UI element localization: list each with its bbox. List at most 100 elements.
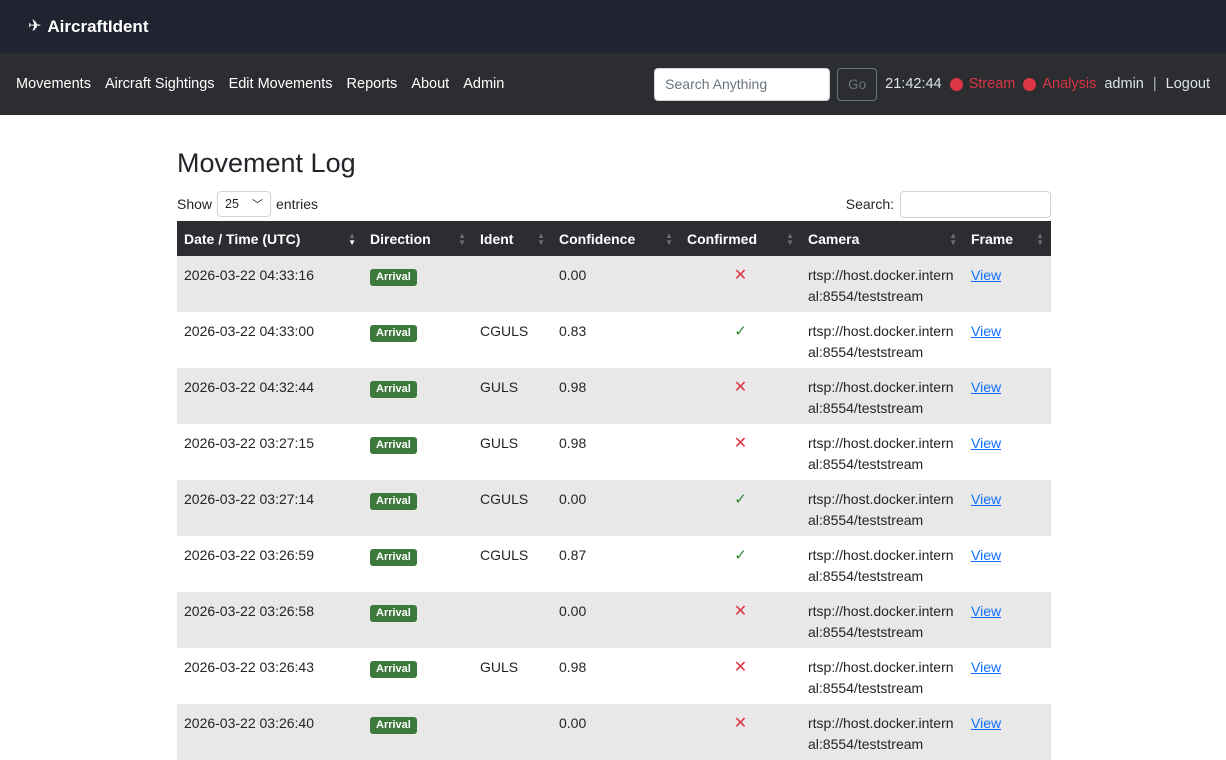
username: admin — [1104, 76, 1144, 92]
datetime-cell: 2026-03-22 03:26:59 — [177, 536, 363, 592]
view-frame-link[interactable]: View — [971, 715, 1001, 731]
nav-item-reports[interactable]: Reports — [347, 76, 398, 92]
entries-length-control: Show 25 ﹀ entries — [177, 191, 318, 217]
analysis-status-label: Analysis — [1042, 76, 1097, 92]
view-frame-link[interactable]: View — [971, 547, 1001, 563]
confidence-cell: 0.98 — [552, 648, 680, 704]
nav-item-edit-movements[interactable]: Edit Movements — [229, 76, 333, 92]
confirmed-check-icon: ✓ — [734, 547, 747, 564]
not-confirmed-icon: ✕ — [733, 379, 748, 396]
column-header-datetime[interactable]: Date / Time (UTC) ▲ ▼ — [177, 221, 363, 256]
column-header-direction[interactable]: Direction ▲ ▼ — [363, 221, 473, 256]
direction-badge: Arrival — [370, 549, 417, 566]
datetime-cell: 2026-03-22 04:32:44 — [177, 368, 363, 424]
confidence-cell: 0.98 — [552, 368, 680, 424]
camera-cell: rtsp://host.docker.internal:8554/teststr… — [801, 704, 964, 760]
table-row: 2026-03-22 03:26:59 Arrival CGULS 0.87 ✓… — [177, 536, 1051, 592]
camera-cell: rtsp://host.docker.internal:8554/teststr… — [801, 648, 964, 704]
confidence-cell: 0.00 — [552, 256, 680, 312]
table-header-row: Date / Time (UTC) ▲ ▼ Direction ▲ ▼ Ident ▲ ▼ … — [177, 221, 1051, 256]
datetime-cell: 2026-03-22 03:27:15 — [177, 424, 363, 480]
sort-icon: ▲ ▼ — [537, 230, 545, 247]
brand[interactable]: ✈ AircraftIdent — [28, 17, 148, 37]
top-bar: ✈ AircraftIdent — [0, 0, 1226, 53]
movement-log-table: Date / Time (UTC) ▲ ▼ Direction ▲ ▼ Ident ▲ ▼ … — [177, 221, 1051, 760]
stream-status-dot-icon — [949, 77, 963, 91]
column-header-camera[interactable]: Camera ▲ ▼ — [801, 221, 964, 256]
confidence-cell: 0.00 — [552, 480, 680, 536]
table-row: 2026-03-22 04:33:00 Arrival CGULS 0.83 ✓… — [177, 312, 1051, 368]
view-frame-link[interactable]: View — [971, 659, 1001, 675]
global-search-input[interactable] — [654, 67, 831, 101]
column-header-ident[interactable]: Ident ▲ ▼ — [473, 221, 552, 256]
view-frame-link[interactable]: View — [971, 491, 1001, 507]
main-navbar: Movements Aircraft Sightings Edit Moveme… — [0, 53, 1226, 115]
sort-icon: ▲ ▼ — [665, 230, 673, 247]
table-row: 2026-03-22 03:27:15 Arrival GULS 0.98 ✕ … — [177, 424, 1051, 480]
direction-badge: Arrival — [370, 605, 417, 622]
analysis-status-dot-icon — [1023, 77, 1037, 91]
nav-separator: | — [1152, 76, 1157, 92]
column-header-confidence[interactable]: Confidence ▲ ▼ — [552, 221, 680, 256]
main-content: Movement Log Show 25 ﹀ entries Search: D… — [177, 115, 1051, 760]
camera-cell: rtsp://host.docker.internal:8554/teststr… — [801, 424, 964, 480]
camera-cell: rtsp://host.docker.internal:8554/teststr… — [801, 480, 964, 536]
nav-links: Movements Aircraft Sightings Edit Moveme… — [16, 76, 504, 92]
view-frame-link[interactable]: View — [971, 379, 1001, 395]
direction-badge: Arrival — [370, 381, 417, 398]
datetime-cell: 2026-03-22 04:33:16 — [177, 256, 363, 312]
go-button[interactable]: Go — [837, 67, 878, 101]
confidence-cell: 0.98 — [552, 424, 680, 480]
camera-cell: rtsp://host.docker.internal:8554/teststr… — [801, 256, 964, 312]
logout-link[interactable]: Logout — [1166, 76, 1210, 92]
show-label: Show — [177, 196, 213, 212]
sort-icon: ▲ ▼ — [786, 230, 794, 247]
column-header-frame[interactable]: Frame ▲ ▼ — [964, 221, 1051, 256]
datetime-cell: 2026-03-22 03:26:40 — [177, 704, 363, 760]
stream-status-label: Stream — [968, 76, 1016, 92]
view-frame-link[interactable]: View — [971, 267, 1001, 283]
table-row: 2026-03-22 04:32:44 Arrival GULS 0.98 ✕ … — [177, 368, 1051, 424]
table-row: 2026-03-22 04:33:16 Arrival 0.00 ✕ rtsp:… — [177, 256, 1051, 312]
confidence-cell: 0.83 — [552, 312, 680, 368]
direction-badge: Arrival — [370, 717, 417, 734]
view-frame-link[interactable]: View — [971, 603, 1001, 619]
not-confirmed-icon: ✕ — [733, 435, 748, 452]
nav-item-aircraft-sightings[interactable]: Aircraft Sightings — [105, 76, 215, 92]
table-row: 2026-03-22 03:26:43 Arrival GULS 0.98 ✕ … — [177, 648, 1051, 704]
view-frame-link[interactable]: View — [971, 435, 1001, 451]
page-title: Movement Log — [177, 148, 356, 178]
datetime-cell: 2026-03-22 03:26:58 — [177, 592, 363, 648]
table-search-control: Search: — [845, 190, 1051, 218]
airplane-icon: ✈ — [28, 17, 42, 35]
entries-select[interactable]: 25 ﹀ — [217, 191, 272, 217]
confidence-cell: 0.00 — [552, 704, 680, 760]
datetime-cell: 2026-03-22 03:27:14 — [177, 480, 363, 536]
table-search-label: Search: — [845, 196, 894, 212]
ident-cell: GULS — [473, 424, 552, 480]
table-row: 2026-03-22 03:26:58 Arrival 0.00 ✕ rtsp:… — [177, 592, 1051, 648]
not-confirmed-icon: ✕ — [733, 603, 748, 620]
ident-cell — [473, 592, 552, 648]
not-confirmed-icon: ✕ — [733, 659, 748, 676]
not-confirmed-icon: ✕ — [733, 715, 748, 732]
clock: 21:42:44 — [885, 76, 942, 92]
direction-badge: Arrival — [370, 269, 417, 286]
camera-cell: rtsp://host.docker.internal:8554/teststr… — [801, 312, 964, 368]
table-row: 2026-03-22 03:26:40 Arrival 0.00 ✕ rtsp:… — [177, 704, 1051, 760]
camera-cell: rtsp://host.docker.internal:8554/teststr… — [801, 536, 964, 592]
sort-icon: ▲ ▼ — [949, 230, 957, 247]
nav-item-movements[interactable]: Movements — [16, 76, 91, 92]
nav-item-admin[interactable]: Admin — [463, 76, 504, 92]
nav-item-about[interactable]: About — [411, 76, 449, 92]
table-row: 2026-03-22 03:27:14 Arrival CGULS 0.00 ✓… — [177, 480, 1051, 536]
table-controls: Show 25 ﹀ entries Search: — [177, 189, 1051, 219]
chevron-down-icon: ﹀ — [252, 199, 264, 211]
column-header-confirmed[interactable]: Confirmed ▲ ▼ — [680, 221, 801, 256]
view-frame-link[interactable]: View — [971, 323, 1001, 339]
direction-badge: Arrival — [370, 493, 417, 510]
sort-icon: ▲ ▼ — [1036, 230, 1044, 247]
table-search-input[interactable] — [900, 190, 1051, 218]
ident-cell: CGULS — [473, 480, 552, 536]
entries-select-value: 25 — [225, 197, 239, 211]
